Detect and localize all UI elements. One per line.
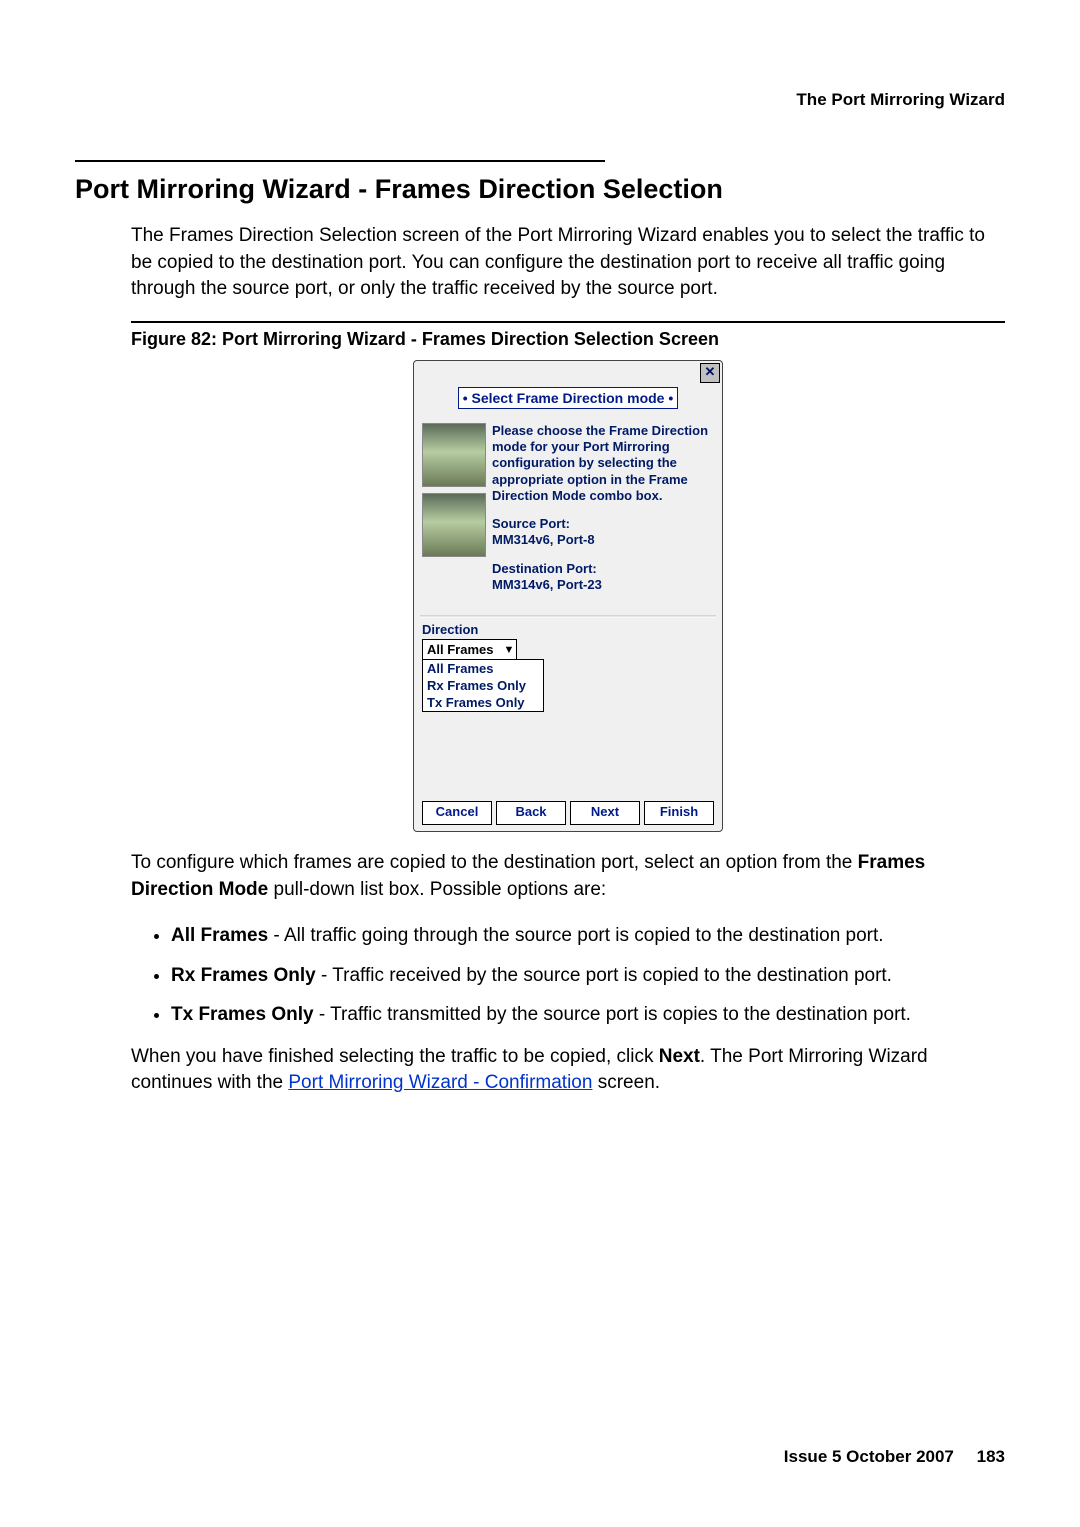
footer-issue: Issue 5 October 2007 bbox=[784, 1447, 954, 1466]
intro-paragraph: The Frames Direction Selection screen of… bbox=[131, 223, 1005, 303]
source-port-label: Source Port: bbox=[492, 516, 714, 532]
wizard-icon-1 bbox=[422, 423, 486, 487]
option-tx-frames: Tx Frames Only - Traffic transmitted by … bbox=[171, 1000, 1005, 1029]
cancel-button[interactable]: Cancel bbox=[422, 801, 492, 825]
direction-label: Direction bbox=[422, 622, 714, 637]
option-rx-frames: Rx Frames Only - Traffic received by the… bbox=[171, 961, 1005, 990]
opt3-bold: Tx Frames Only bbox=[171, 1004, 314, 1025]
close-button[interactable]: ✕ bbox=[700, 363, 720, 383]
closing-bold: Next bbox=[659, 1046, 700, 1067]
section-title: Port Mirroring Wizard - Frames Direction… bbox=[75, 174, 1005, 205]
opt1-bold: All Frames bbox=[171, 925, 268, 946]
direction-option-tx[interactable]: Tx Frames Only bbox=[423, 694, 543, 711]
back-button[interactable]: Back bbox=[496, 801, 566, 825]
figure-caption: Figure 82: Port Mirroring Wizard - Frame… bbox=[131, 329, 1005, 350]
destination-port-label: Destination Port: bbox=[492, 561, 714, 577]
chevron-down-icon: ▼ bbox=[503, 644, 514, 656]
opt3-rest: - Traffic transmitted by the source port… bbox=[314, 1004, 911, 1025]
direction-option-all[interactable]: All Frames bbox=[423, 660, 543, 677]
finish-button[interactable]: Finish bbox=[644, 801, 714, 825]
closing-after: screen. bbox=[592, 1072, 660, 1093]
wizard-separator bbox=[420, 615, 716, 618]
wizard-dialog: ✕ • Select Frame Direction mode • Please… bbox=[413, 360, 723, 832]
direction-option-rx[interactable]: Rx Frames Only bbox=[423, 677, 543, 694]
option-all-frames: All Frames - All traffic going through t… bbox=[171, 921, 1005, 950]
closing-paragraph: When you have finished selecting the tra… bbox=[131, 1044, 1005, 1097]
opt2-bold: Rx Frames Only bbox=[171, 965, 316, 986]
lead-text-after: pull-down list box. Possible options are… bbox=[268, 879, 606, 900]
option-list: All Frames - All traffic going through t… bbox=[131, 921, 1005, 1029]
chapter-header: The Port Mirroring Wizard bbox=[75, 90, 1005, 110]
footer-page-number: 183 bbox=[977, 1447, 1005, 1466]
wizard-instruction: Please choose the Frame Direction mode f… bbox=[492, 423, 714, 504]
closing-before: When you have finished selecting the tra… bbox=[131, 1046, 659, 1067]
direction-combo-value: All Frames bbox=[427, 642, 493, 657]
wizard-title: • Select Frame Direction mode • bbox=[458, 387, 679, 409]
direction-combo[interactable]: All Frames ▼ bbox=[422, 639, 517, 660]
wizard-icon-2 bbox=[422, 493, 486, 557]
figure-rule bbox=[131, 321, 1005, 323]
title-rule bbox=[75, 160, 605, 162]
lead-paragraph: To configure which frames are copied to … bbox=[131, 850, 1005, 903]
lead-text-before: To configure which frames are copied to … bbox=[131, 852, 858, 873]
direction-dropdown: All Frames Rx Frames Only Tx Frames Only bbox=[422, 659, 544, 712]
wizard-illustrations bbox=[422, 423, 484, 605]
page-footer: Issue 5 October 2007 183 bbox=[784, 1447, 1005, 1467]
source-port-value: MM314v6, Port-8 bbox=[492, 532, 714, 548]
opt1-rest: - All traffic going through the source p… bbox=[268, 925, 883, 946]
opt2-rest: - Traffic received by the source port is… bbox=[316, 965, 892, 986]
next-button[interactable]: Next bbox=[570, 801, 640, 825]
confirmation-link[interactable]: Port Mirroring Wizard - Confirmation bbox=[288, 1072, 592, 1093]
destination-port-value: MM314v6, Port-23 bbox=[492, 577, 714, 593]
